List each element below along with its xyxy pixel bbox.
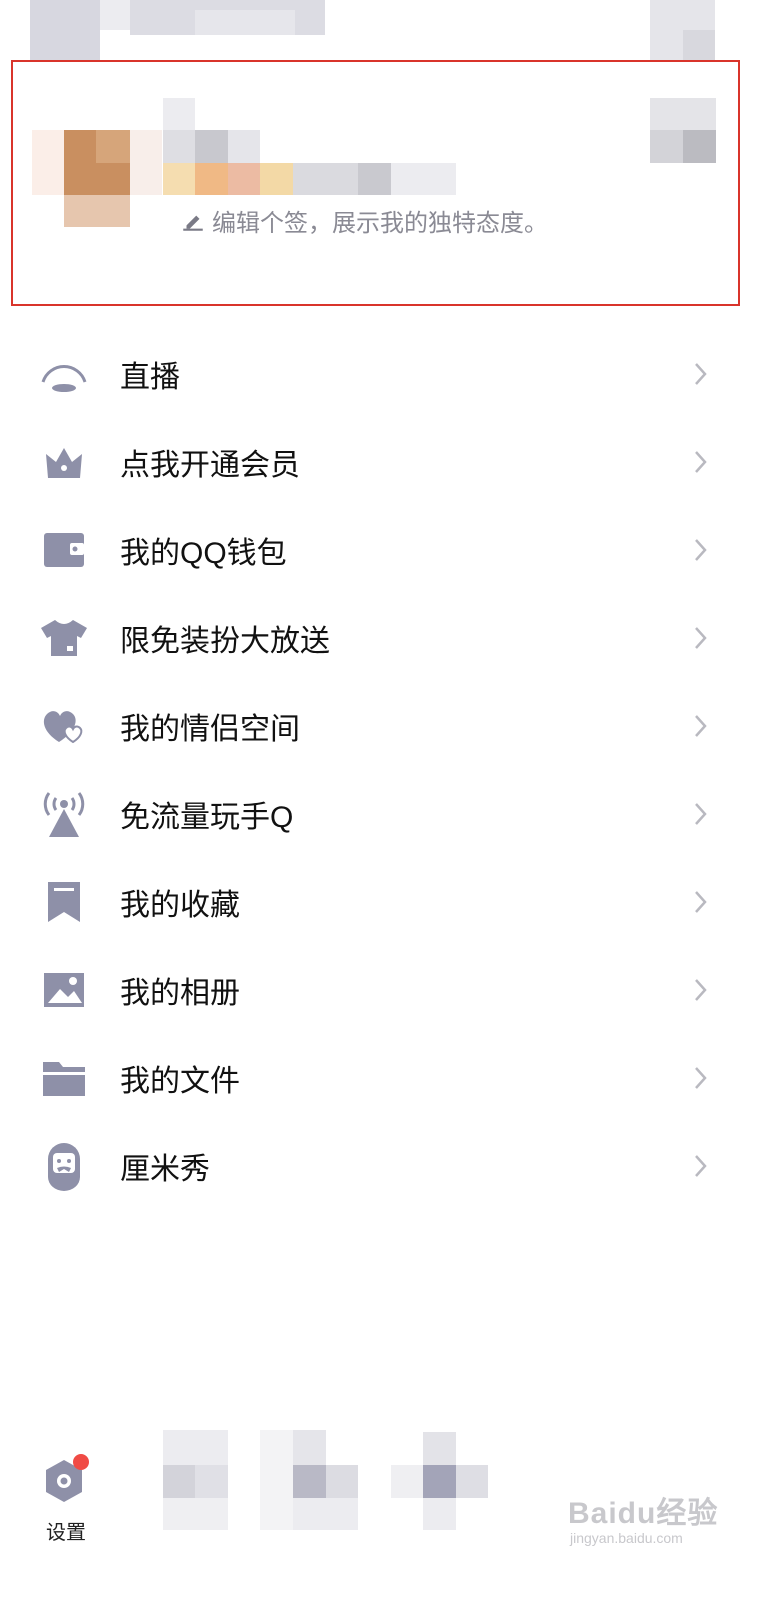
shirt-icon <box>38 612 90 664</box>
photo-icon <box>38 964 90 1016</box>
menu-label: 厘米秀 <box>120 1153 210 1186</box>
chevron-right-icon <box>695 891 707 913</box>
chevron-right-icon <box>695 627 707 649</box>
notification-badge <box>73 1454 89 1470</box>
bookmark-icon <box>38 876 90 928</box>
chevron-right-icon <box>695 715 707 737</box>
live-icon <box>38 348 90 400</box>
wallet-icon <box>38 524 90 576</box>
pencil-icon <box>183 215 203 231</box>
signature-hint: 编辑个签，展示我的独特态度。 <box>212 210 548 237</box>
menu-item-costume[interactable]: 限免装扮大放送 <box>0 594 763 682</box>
menu-item-album[interactable]: 我的相册 <box>0 946 763 1034</box>
menu-label: 点我开通会员 <box>120 449 300 482</box>
chevron-right-icon <box>695 803 707 825</box>
settings-button[interactable]: 设置 <box>36 1452 96 1544</box>
crown-icon <box>38 436 90 488</box>
menu-item-live[interactable]: 直播 <box>0 330 763 418</box>
menu-label: 免流量玩手Q <box>120 801 294 834</box>
chevron-right-icon <box>695 451 707 473</box>
menu-item-cmshow[interactable]: 厘米秀 <box>0 1122 763 1210</box>
menu-label: 我的文件 <box>120 1065 240 1098</box>
menu-item-free-data[interactable]: 免流量玩手Q <box>0 770 763 858</box>
chevron-right-icon <box>695 539 707 561</box>
settings-label: 设置 <box>46 1522 86 1544</box>
menu-label: 我的QQ钱包 <box>120 537 287 570</box>
menu-label: 我的收藏 <box>120 889 240 922</box>
folder-icon <box>38 1052 90 1104</box>
menu-label: 直播 <box>120 361 180 394</box>
signature-edit[interactable]: 编辑个签，展示我的独特态度。 <box>180 203 548 238</box>
menu-label: 我的相册 <box>120 977 240 1010</box>
menu-label: 限免装扮大放送 <box>120 625 330 658</box>
menu-item-couple[interactable]: 我的情侣空间 <box>0 682 763 770</box>
chevron-right-icon <box>695 979 707 1001</box>
menu-item-vip[interactable]: 点我开通会员 <box>0 418 763 506</box>
chevron-right-icon <box>695 363 707 385</box>
signal-tower-icon <box>38 788 90 840</box>
watermark-logo: Baidu经验 <box>568 1497 719 1530</box>
gear-icon <box>46 1454 89 1502</box>
menu-item-favorites[interactable]: 我的收藏 <box>0 858 763 946</box>
chevron-right-icon <box>695 1067 707 1089</box>
cmshow-icon <box>38 1140 90 1192</box>
menu-item-files[interactable]: 我的文件 <box>0 1034 763 1122</box>
hearts-icon <box>38 700 90 752</box>
chevron-right-icon <box>695 1155 707 1177</box>
watermark-url: jingyan.baidu.com <box>570 1530 683 1546</box>
menu-item-wallet[interactable]: 我的QQ钱包 <box>0 506 763 594</box>
menu-label: 我的情侣空间 <box>120 713 300 746</box>
